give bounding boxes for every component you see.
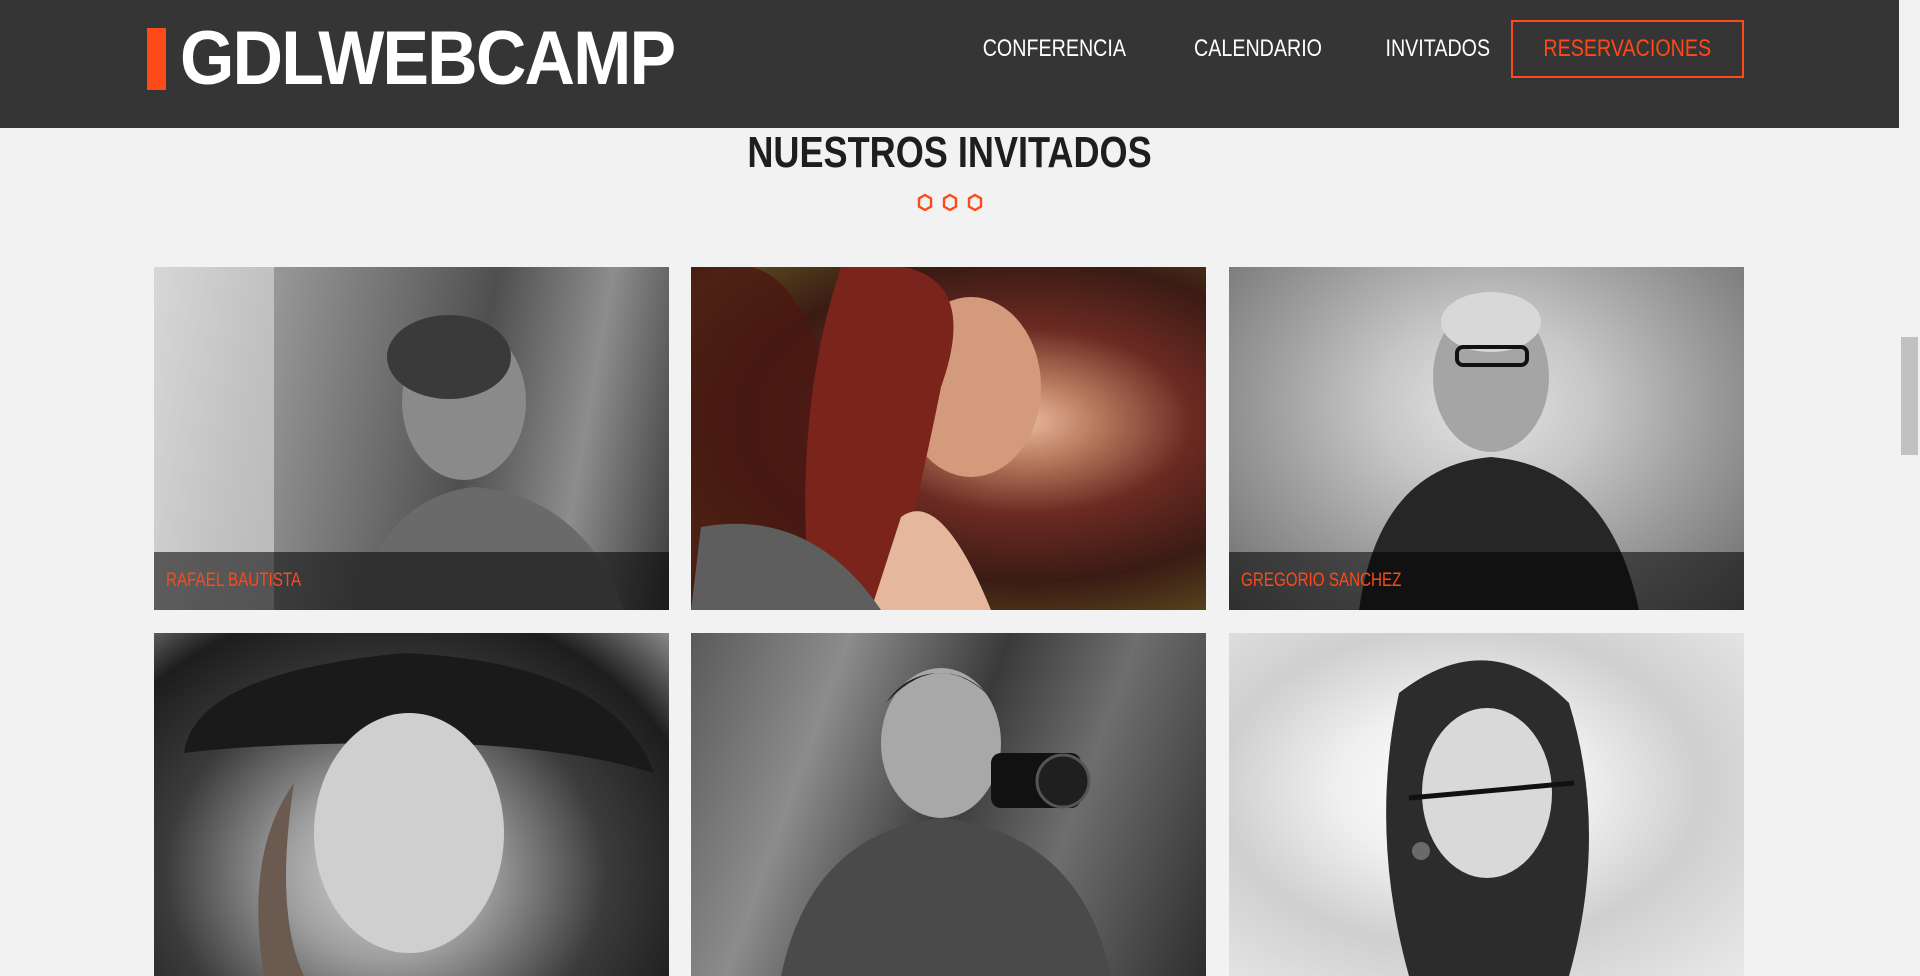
nav-conferencia[interactable]: CONFERENCIA xyxy=(983,35,1126,63)
page-scrollbar[interactable] xyxy=(1899,0,1920,936)
site-logo[interactable]: GDLWEBCAMP xyxy=(147,16,717,101)
portrait-image xyxy=(184,653,654,976)
portrait-image xyxy=(691,267,1041,610)
guest-card[interactable] xyxy=(691,633,1206,976)
section-title: NUESTROS INVITADOS xyxy=(0,128,1899,178)
guest-card[interactable] xyxy=(691,267,1206,610)
logo-accent-bar xyxy=(147,28,166,90)
scrollbar-thumb[interactable] xyxy=(1901,337,1918,455)
guest-photo xyxy=(691,267,1206,610)
main-nav: CONFERENCIA CALENDARIO INVITADOS RESERVA… xyxy=(929,20,1744,78)
guest-card[interactable] xyxy=(154,633,669,976)
guest-name-caption: RAFAEL BAUTISTA xyxy=(154,552,669,610)
nav-invitados[interactable]: INVITADOS xyxy=(1385,35,1490,63)
nav-reservaciones-button[interactable]: RESERVACIONES xyxy=(1511,20,1744,78)
title-divider xyxy=(0,192,1899,214)
guest-photo xyxy=(1229,633,1744,976)
guest-card[interactable] xyxy=(1229,633,1744,976)
guest-photo xyxy=(691,633,1206,976)
guest-photo xyxy=(154,633,669,976)
guest-name: GREGORIO SANCHEZ xyxy=(1241,570,1402,591)
guest-name-caption: GREGORIO SANCHEZ xyxy=(1229,552,1744,610)
guest-card[interactable]: RAFAEL BAUTISTA xyxy=(154,267,669,610)
portrait-image xyxy=(1386,660,1589,976)
nav-reservaciones-label: RESERVACIONES xyxy=(1543,35,1712,62)
guest-card[interactable]: GREGORIO SANCHEZ xyxy=(1229,267,1744,610)
site-header: GDLWEBCAMP CONFERENCIA CALENDARIO INVITA… xyxy=(0,0,1899,128)
portrait-image xyxy=(781,668,1111,976)
nav-calendario[interactable]: CALENDARIO xyxy=(1194,35,1322,63)
section-title-text: NUESTROS INVITADOS xyxy=(747,128,1152,177)
hexagon-dots-icon xyxy=(917,193,982,212)
logo-text: GDLWEBCAMP xyxy=(180,16,676,101)
guest-name: RAFAEL BAUTISTA xyxy=(166,570,302,591)
